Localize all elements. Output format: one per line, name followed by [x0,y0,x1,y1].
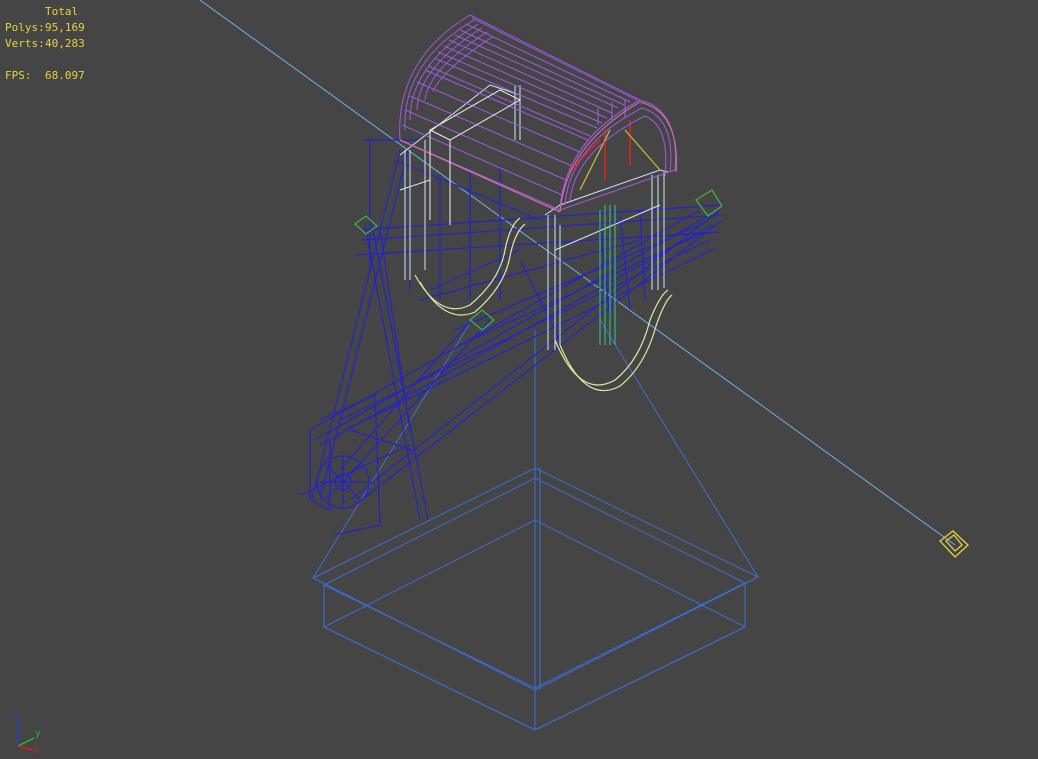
verts-value: 40,283 [45,37,85,50]
axis-gizmo-icon: z y x [14,710,41,754]
axis-x-label: x [34,746,40,754]
3d-viewport[interactable]: Total Polys:95,169 Verts:40,283 FPS: 68.0… [0,0,1038,759]
barrel-roof [399,14,677,211]
viewport-statistics: Total Polys:95,169 Verts:40,283 FPS: 68.0… [5,4,85,84]
axis-y-label: y [35,729,41,739]
yellow-braces [579,129,661,191]
axis-z-label: z [14,710,19,720]
mechanism-frame [299,139,723,536]
polys-value: 95,169 [45,21,85,34]
polys-stat: Polys:95,169 [5,20,85,36]
verts-label: Verts: [5,37,45,50]
wireframe-scene[interactable] [0,0,1038,759]
stats-title: Total [45,5,79,18]
fps-value: 68.097 [45,69,85,82]
light-direction-line [199,0,956,546]
fps-label: FPS: [5,69,32,82]
fps-stat: FPS: 68.097 [5,68,85,84]
verts-stat: Verts:40,283 [5,36,85,52]
polys-label: Polys: [5,21,45,34]
